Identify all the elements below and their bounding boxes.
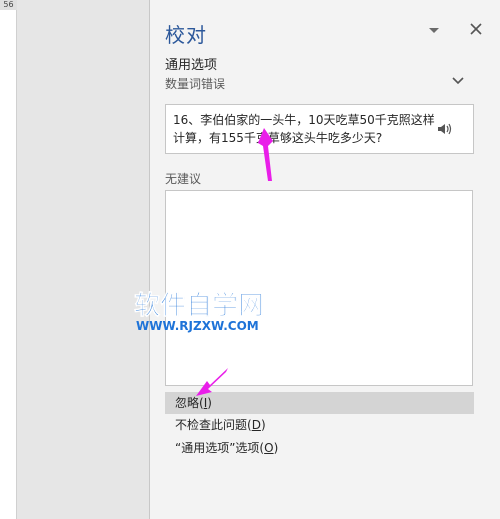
chevron-down-icon[interactable] [427, 25, 441, 35]
document-background [17, 0, 150, 519]
ignore-label-end: ) [207, 396, 212, 410]
page-number: 56 [0, 0, 17, 10]
dont-check-label-end: ) [260, 418, 266, 432]
dont-check-button[interactable]: 不检查此问题(D) [165, 414, 474, 436]
pane-title: 校对 [165, 23, 207, 47]
proofing-pane: 校对 通用选项 数量词错误 16、李伯伯家的一头牛，10天吃草50千克照这样计算… [150, 0, 500, 519]
options-label: “通用选项”选项( [175, 441, 265, 455]
options-label-end: ) [273, 441, 279, 455]
ignore-button[interactable]: 忽略(I) [165, 392, 474, 414]
watermark-logo: 软件自学网 WWW.RJZXW.COM [134, 290, 265, 333]
ignore-label: 忽略( [175, 396, 204, 410]
document-page[interactable]: 56 [0, 0, 17, 519]
close-icon[interactable] [468, 21, 484, 37]
watermark-url: WWW.RJZXW.COM [136, 319, 259, 333]
expand-chevron-icon[interactable] [452, 76, 464, 85]
no-suggestion-label: 无建议 [165, 172, 202, 186]
options-accesskey: O [264, 441, 274, 455]
options-link[interactable]: “通用选项”选项(O) [165, 437, 474, 459]
dont-check-accesskey: D [251, 418, 261, 432]
dont-check-label: 不检查此问题( [175, 418, 252, 432]
error-context-box: 16、李伯伯家的一头牛，10天吃草50千克照这样计算，有155千克草够这头牛吃多… [165, 104, 474, 154]
error-type-label: 数量词错误 [165, 77, 226, 91]
watermark-title: 软件自学网 [134, 290, 264, 321]
speaker-icon[interactable] [437, 122, 453, 136]
error-context-text: 16、李伯伯家的一头牛，10天吃草50千克照这样计算，有155千克草够这头牛吃多… [173, 113, 435, 145]
section-title: 通用选项 [165, 58, 218, 73]
